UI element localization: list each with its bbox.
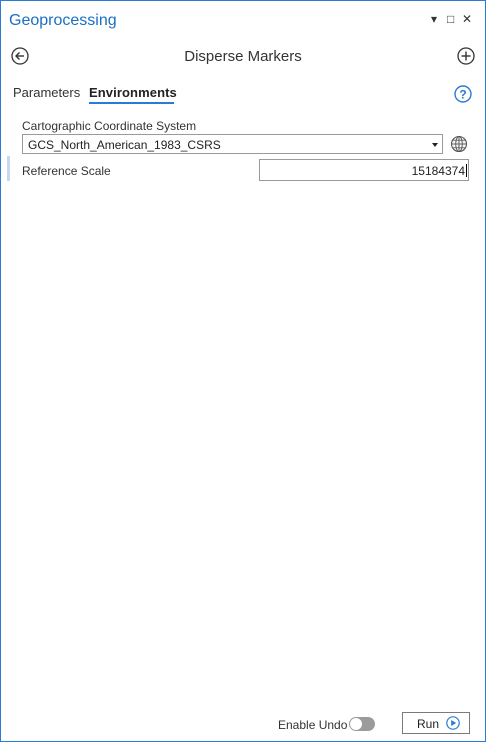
- reference-scale-input[interactable]: 15184374: [259, 159, 469, 181]
- pane-title-bar: Geoprocessing ▾ □ ✕: [1, 1, 485, 38]
- run-label: Run: [417, 717, 440, 731]
- maximize-button[interactable]: □: [447, 12, 454, 26]
- pane-menu-button[interactable]: ▾: [431, 12, 437, 26]
- tab-environments[interactable]: Environments: [89, 85, 177, 100]
- enable-undo-toggle[interactable]: [349, 717, 375, 731]
- active-tab-indicator: [89, 102, 174, 104]
- tool-title: Disperse Markers: [184, 48, 302, 65]
- tab-parameters[interactable]: Parameters: [13, 85, 80, 100]
- dropdown-arrow-icon: [432, 143, 438, 147]
- plus-circle-icon[interactable]: [457, 47, 475, 65]
- geoprocessing-pane: Geoprocessing ▾ □ ✕ Disperse Markers Par…: [0, 0, 486, 742]
- play-icon: [446, 716, 460, 730]
- globe-icon[interactable]: [450, 135, 468, 153]
- reference-scale-value: 15184374: [411, 164, 465, 178]
- svg-text:?: ?: [459, 88, 466, 102]
- pane-title: Geoprocessing: [9, 12, 117, 29]
- coordinate-system-dropdown[interactable]: GCS_North_American_1983_CSRS: [22, 134, 443, 154]
- text-caret: [466, 164, 467, 177]
- toggle-knob: [350, 718, 362, 730]
- enable-undo-label: Enable Undo: [278, 718, 348, 732]
- close-button[interactable]: ✕: [462, 12, 472, 26]
- row-selection-indicator: [7, 156, 10, 181]
- coordinate-system-label: Cartographic Coordinate System: [22, 119, 197, 133]
- tool-header: Disperse Markers: [1, 41, 485, 73]
- help-icon[interactable]: ?: [454, 85, 472, 103]
- coordinate-system-value: GCS_North_American_1983_CSRS: [28, 138, 221, 152]
- reference-scale-label: Reference Scale: [22, 164, 111, 178]
- run-button[interactable]: Run: [402, 712, 470, 734]
